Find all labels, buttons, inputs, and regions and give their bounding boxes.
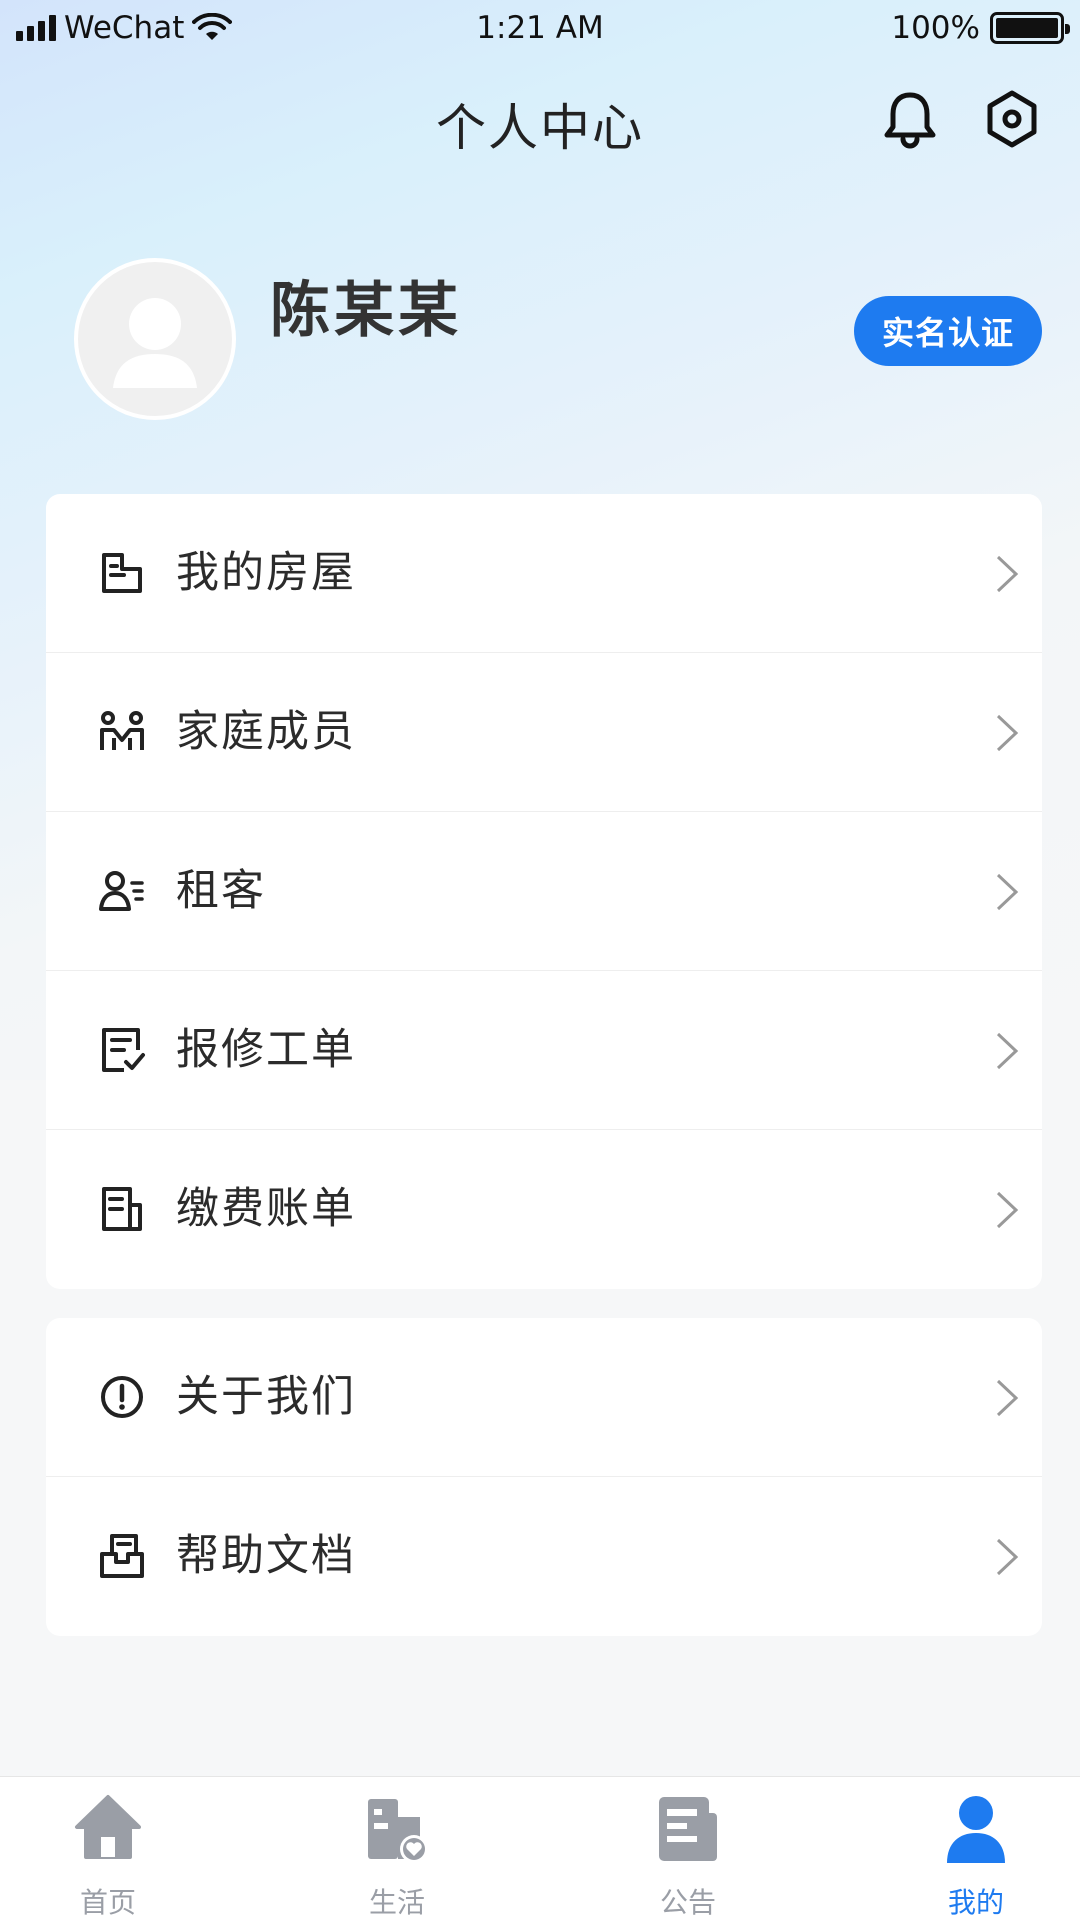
chevron-right-icon [996,1538,1019,1576]
battery-percent: 100% [891,10,980,46]
chevron-right-icon [996,714,1019,752]
tenant-icon [99,871,144,911]
avatar[interactable] [74,258,236,420]
menu-item-repair-orders[interactable]: 报修工单 [46,971,1042,1130]
menu-item-label: 缴费账单 [176,1184,356,1234]
status-bar: WeChat 1:21 AM 100% [0,0,1080,60]
menu-item-label: 报修工单 [176,1025,356,1075]
repair-order-icon [102,1028,145,1072]
tab-notice[interactable]: 公告 [598,1777,778,1921]
status-right: 100% [891,10,1070,46]
chevron-right-icon [996,1379,1019,1417]
menu-item-label: 家庭成员 [176,707,356,757]
tab-label: 公告 [659,1886,716,1919]
menu-card-primary: 我的房屋 家庭成员 租客 报修工单 缴费账单 [46,494,1042,1289]
tab-label: 首页 [79,1886,136,1919]
settings-hexagon-icon [987,90,1037,148]
settings-button[interactable] [982,88,1042,150]
bill-icon [102,1187,142,1231]
menu-item-label: 关于我们 [176,1372,356,1422]
real-name-verify-button[interactable]: 实名认证 [854,296,1042,366]
chevron-right-icon [996,873,1019,911]
menu-item-label: 帮助文档 [176,1531,356,1581]
chevron-right-icon [996,555,1019,593]
menu-item-my-house[interactable]: 我的房屋 [46,494,1042,653]
help-doc-icon [100,1534,144,1578]
chevron-right-icon [996,1191,1019,1229]
menu-item-about-us[interactable]: 关于我们 [46,1318,1042,1477]
menu-card-secondary: 关于我们 帮助文档 [46,1318,1042,1636]
info-icon [101,1376,143,1418]
house-icon [102,553,142,593]
menu-item-label: 我的房屋 [176,548,356,598]
battery-icon [990,12,1070,44]
bottom-tab-bar: 首页 生活 公告 我的 [0,1776,1080,1921]
life-icon [368,1799,428,1863]
home-icon [75,1795,141,1859]
tab-home[interactable]: 首页 [18,1777,198,1921]
chevron-right-icon [996,1032,1019,1070]
menu-item-payment-bills[interactable]: 缴费账单 [46,1130,1042,1289]
menu-item-help-docs[interactable]: 帮助文档 [46,1477,1042,1636]
tab-mine[interactable]: 我的 [886,1777,1066,1921]
family-icon [100,711,144,750]
user-name: 陈某某 [270,276,462,346]
tab-label: 生活 [368,1886,425,1919]
notice-icon [659,1797,717,1861]
user-icon [947,1796,1005,1863]
menu-item-label: 租客 [176,866,266,916]
user-avatar-icon [113,298,197,388]
tab-label: 我的 [947,1886,1004,1919]
menu-item-tenants[interactable]: 租客 [46,812,1042,971]
notification-button[interactable] [880,88,940,150]
tab-life[interactable]: 生活 [307,1777,487,1921]
bell-icon [884,92,936,149]
menu-item-family-members[interactable]: 家庭成员 [46,653,1042,812]
